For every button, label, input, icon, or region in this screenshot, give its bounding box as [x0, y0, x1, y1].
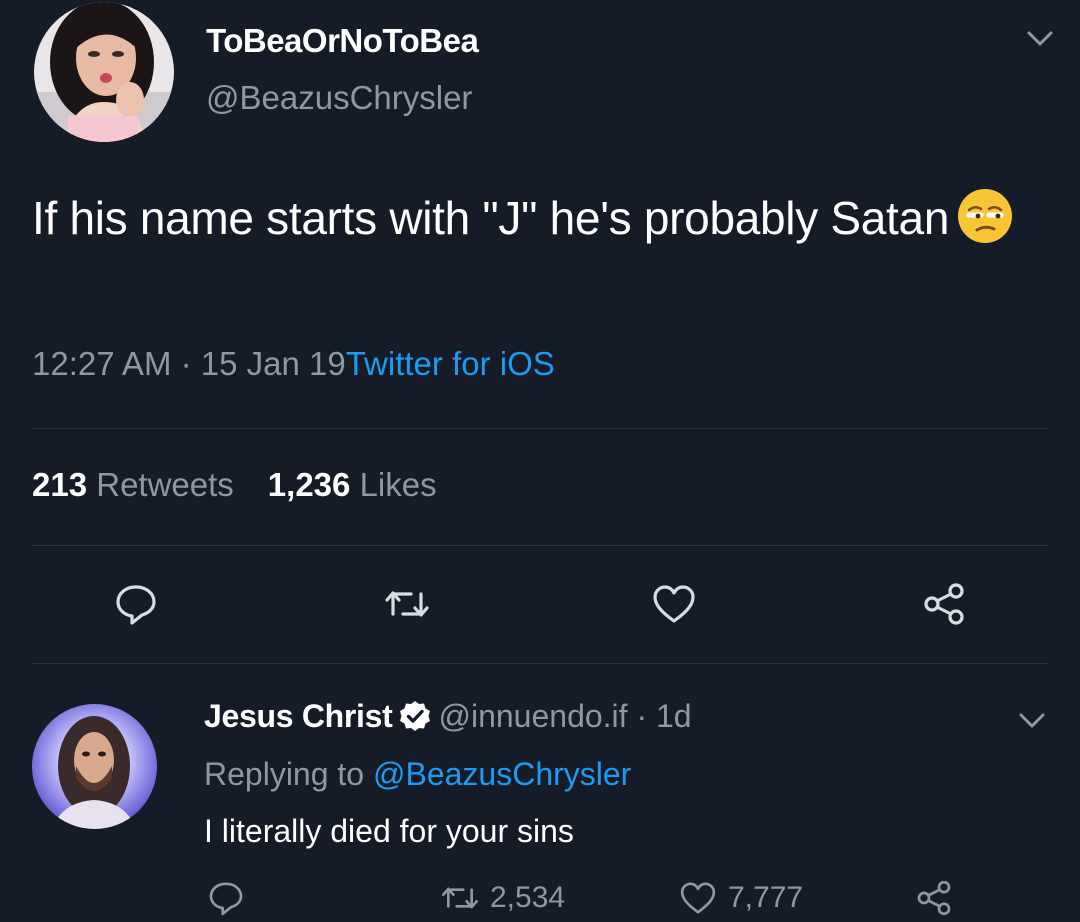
tweet-text: If his name starts with "J" he's probabl… — [32, 183, 1052, 254]
likes-label: Likes — [359, 466, 437, 503]
replying-to-mention[interactable]: @BeazusChrysler — [373, 756, 631, 792]
divider — [32, 663, 1048, 664]
reply-like-count: 7,777 — [728, 881, 804, 914]
reply-reply-button[interactable] — [206, 878, 256, 918]
reply-retweet-count: 2,534 — [490, 881, 566, 914]
reply-icon — [209, 882, 243, 916]
chevron-down-icon[interactable] — [1018, 712, 1046, 730]
tweet-timestamp[interactable]: 12:27 AM · 15 Jan 19 — [32, 345, 346, 382]
chevron-down-icon[interactable] — [1026, 30, 1054, 48]
retweets-label: Retweets — [96, 466, 234, 503]
heart-icon — [680, 882, 716, 914]
verified-badge-icon — [400, 701, 431, 731]
reply-share-button[interactable] — [914, 878, 964, 918]
retweets-count: 213 — [32, 466, 88, 503]
share-icon[interactable] — [920, 580, 968, 628]
tweet-stats: 213 Retweets 1,236 Likes — [32, 466, 437, 504]
retweet-icon — [442, 887, 478, 909]
likes-count: 1,236 — [267, 466, 351, 503]
likes-stat[interactable]: 1,236 Likes — [268, 466, 437, 503]
divider — [32, 428, 1048, 429]
reply-age: · 1d — [636, 698, 692, 734]
author-avatar[interactable] — [34, 2, 174, 142]
reply-handle[interactable]: @innuendo.if — [438, 698, 627, 734]
author-handle[interactable]: @BeazusChrysler — [206, 79, 472, 117]
retweets-stat[interactable]: 213 Retweets — [32, 466, 234, 503]
heart-icon[interactable] — [650, 580, 698, 628]
reply-text: I literally died for your sins — [204, 813, 574, 849]
retweet-icon[interactable] — [383, 580, 431, 628]
tweet-source-link[interactable]: Twitter for iOS — [346, 345, 555, 382]
reply-display-name[interactable]: Jesus Christ — [204, 698, 393, 734]
reply-like-button[interactable]: 7,777 — [678, 878, 803, 918]
replying-to-line: Replying to @BeazusChrysler — [204, 756, 631, 793]
reply-header: Jesus Christ @innuendo.if · 1d — [204, 698, 692, 735]
author-display-name[interactable]: ToBeaOrNoToBea — [206, 22, 479, 60]
reply-retweet-button[interactable]: 2,534 — [440, 878, 565, 918]
share-icon — [917, 880, 951, 916]
unamused-face-icon — [958, 189, 1013, 243]
divider — [32, 545, 1048, 546]
replying-to-prefix: Replying to — [204, 756, 365, 792]
tweet-text-content: If his name starts with "J" he's probabl… — [32, 192, 950, 244]
reply-author-avatar[interactable] — [32, 704, 157, 829]
tweet-meta: 12:27 AM · 15 Jan 19Twitter for iOS — [32, 345, 555, 383]
reply-icon[interactable] — [112, 580, 160, 628]
